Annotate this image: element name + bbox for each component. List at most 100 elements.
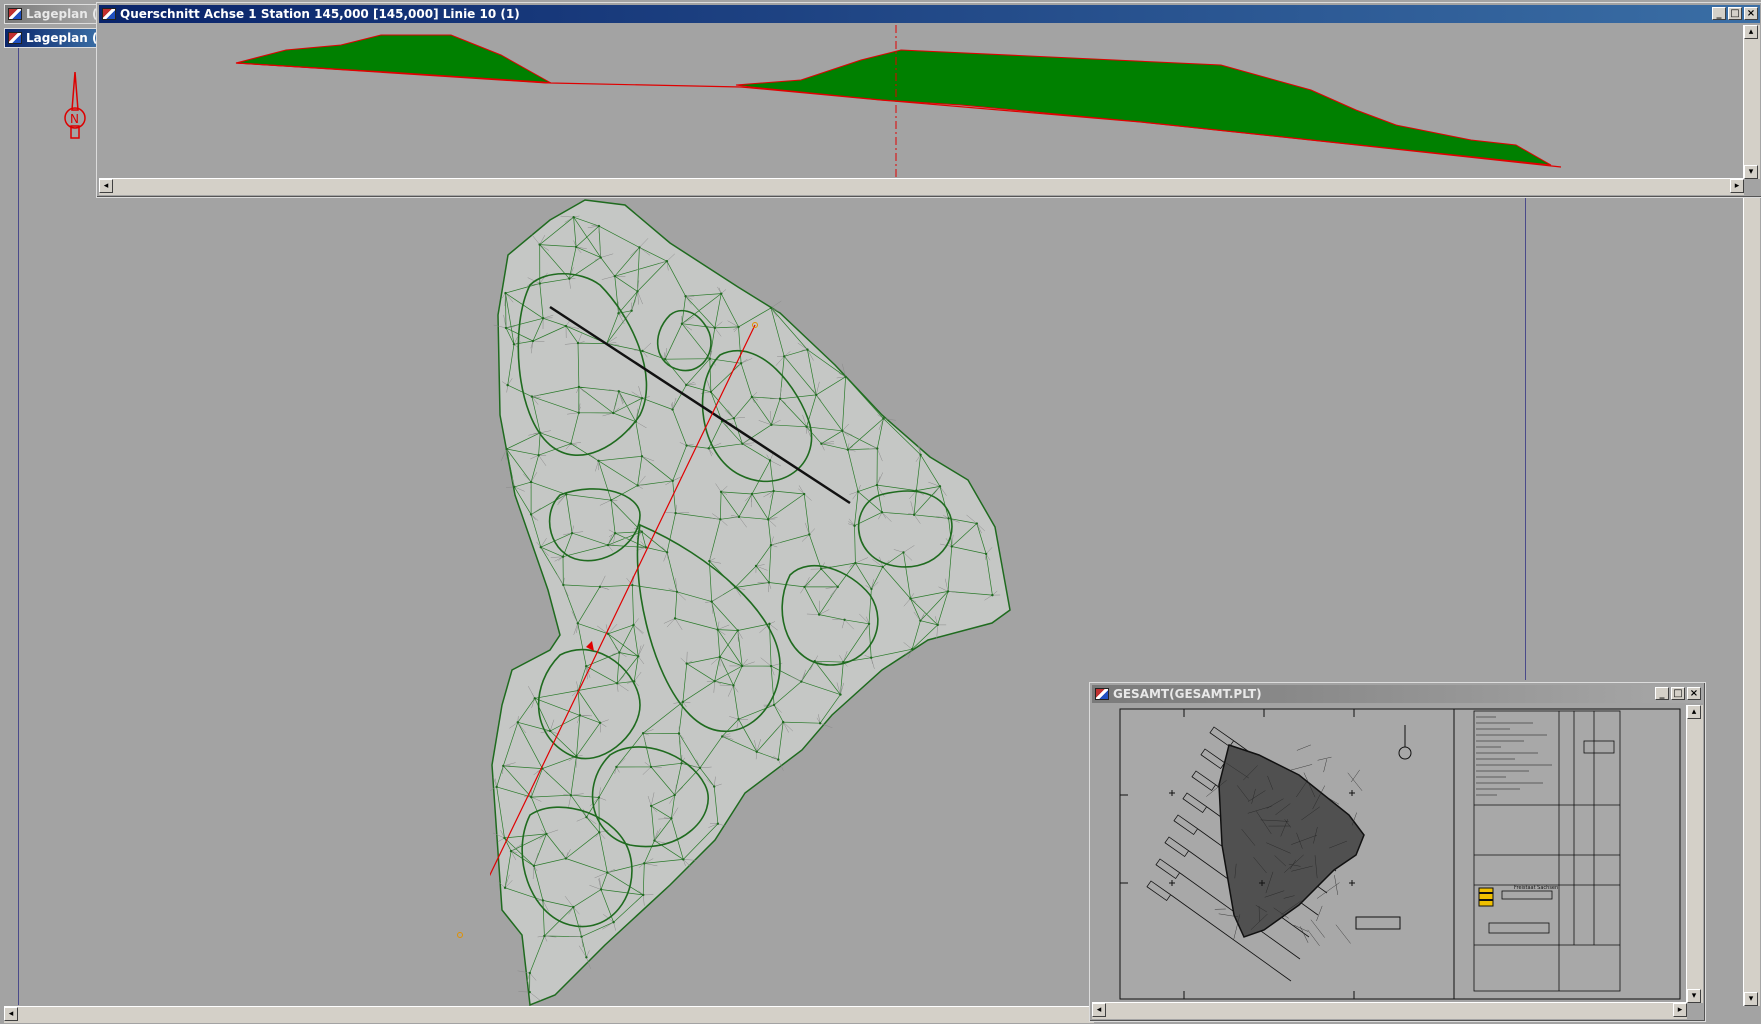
tin-vertex [772, 703, 776, 707]
tin-vertex [777, 758, 780, 761]
tin-vertex [712, 785, 716, 788]
tin-vertex [947, 517, 950, 520]
scroll-down-icon[interactable]: ▾ [1744, 165, 1758, 179]
tin-vertex [671, 408, 674, 411]
tin-vertex [736, 629, 740, 632]
scroll-up-icon[interactable]: ▴ [1744, 25, 1758, 39]
tin-vertex [564, 857, 568, 860]
tin-vertex [841, 429, 844, 432]
scroll-left-icon[interactable]: ◂ [99, 179, 113, 193]
scroll-down-icon[interactable]: ▾ [1687, 989, 1701, 1003]
tin-vertex [649, 804, 653, 808]
app-icon [8, 8, 22, 20]
tin-vertex [653, 839, 656, 842]
tin-vertex [991, 593, 994, 597]
cross-section-window[interactable]: Querschnitt Achse 1 Station 145,000 [145… [96, 2, 1761, 198]
tab-lageplan-2[interactable]: Lageplan (2) [4, 28, 100, 48]
tin-vertex [710, 600, 713, 603]
tin-vertex [561, 555, 565, 558]
app-icon [1095, 688, 1109, 700]
cross-section-vscroll[interactable]: ▴ ▾ [1743, 25, 1760, 179]
tin-vertex [509, 849, 513, 853]
scroll-down-icon[interactable]: ▾ [1744, 992, 1758, 1006]
svg-text:N: N [70, 112, 79, 126]
tin-vertex [642, 893, 645, 897]
tin-vertex [800, 680, 803, 683]
minimize-icon[interactable]: _ [1655, 687, 1669, 700]
tin-vertex [806, 348, 809, 351]
scroll-left-icon[interactable]: ◂ [1092, 1003, 1106, 1017]
tin-vertex [665, 260, 669, 263]
tin-vertex [580, 935, 583, 938]
main-hscroll[interactable]: ◂ [4, 1006, 1094, 1023]
tin-vertex [919, 453, 922, 457]
app-icon [8, 32, 22, 44]
tin-vertex [537, 454, 540, 457]
tin-vertex [718, 655, 722, 659]
tin-vertex [612, 411, 615, 415]
cross-section-hscroll[interactable]: ◂ ▸ [99, 178, 1744, 195]
close-icon[interactable]: × [1687, 687, 1701, 700]
tin-vertex [664, 357, 667, 361]
cross-section-plot[interactable] [101, 25, 1741, 177]
close-icon[interactable]: × [1744, 7, 1758, 20]
maximize-icon[interactable]: □ [1728, 7, 1742, 20]
logo-caption: Freistaat Sachsen [1514, 885, 1558, 891]
tin-vertex [783, 355, 786, 358]
tin-vertex [682, 858, 685, 861]
tin-vertex [856, 490, 860, 493]
tin-vertex [532, 864, 536, 868]
tin-vertex [541, 317, 545, 320]
tin-vertex [641, 349, 644, 353]
minimize-icon[interactable]: _ [1712, 7, 1726, 20]
tin-vertex [516, 721, 519, 724]
tin-vertex [673, 793, 676, 797]
overview-vscroll[interactable]: ▴ ▾ [1686, 705, 1703, 1003]
tin-vertex [870, 587, 873, 591]
tab-lageplan-1[interactable]: Lageplan (Ui [4, 4, 100, 24]
tin-vertex [708, 357, 712, 360]
tin-vertex [854, 561, 857, 565]
tin-vertex [732, 684, 735, 687]
tin-vertex [529, 480, 533, 484]
tin-vertex [612, 921, 615, 924]
scroll-right-icon[interactable]: ▸ [1730, 179, 1744, 193]
tin-vertex [504, 291, 507, 295]
overview-hscroll[interactable]: ◂ ▸ [1092, 1002, 1687, 1019]
tin-vertex [853, 524, 856, 527]
tin-vertex [512, 343, 516, 346]
tin-vertex [769, 664, 773, 668]
tin-vertex [504, 326, 508, 330]
tin-vertex [719, 518, 722, 521]
tin-vertex [768, 459, 772, 462]
tin-vertex [538, 243, 541, 246]
scroll-up-icon[interactable]: ▴ [1687, 705, 1701, 719]
tin-vertex [572, 905, 575, 909]
main-vscroll[interactable]: ▾ [1743, 198, 1760, 1006]
tin-surface-plan[interactable] [490, 195, 1130, 1010]
tin-vertex [597, 459, 600, 462]
scroll-left-icon[interactable]: ◂ [4, 1007, 18, 1021]
tin-vertex [636, 290, 639, 293]
overview-window[interactable]: GESAMT(GESAMT.PLT) _ □ × Freistaat Sachs… [1089, 682, 1706, 1022]
tin-vertex [673, 617, 677, 620]
overview-titlebar[interactable]: GESAMT(GESAMT.PLT) _ □ × [1092, 685, 1703, 703]
tin-vertex [609, 498, 613, 502]
tin-vertex [778, 397, 782, 400]
tin-vertex [805, 425, 808, 428]
maximize-icon[interactable]: □ [1671, 687, 1685, 700]
tin-vertex [505, 447, 508, 451]
cross-section-titlebar[interactable]: Querschnitt Achse 1 Station 145,000 [145… [99, 5, 1760, 23]
tin-vertex [737, 515, 741, 519]
tin-vertex [606, 543, 610, 547]
tin-vertex [910, 647, 914, 651]
tin-vertex [984, 552, 988, 556]
tin-vertex [530, 795, 533, 799]
tin-vertex [685, 383, 688, 387]
tin-vertex [844, 375, 847, 379]
tin-vertex [677, 732, 681, 735]
scroll-right-icon[interactable]: ▸ [1673, 1003, 1687, 1017]
tin-vertex [671, 479, 674, 483]
plot-sheet-preview[interactable]: Freistaat Sachsen [1094, 705, 1684, 1001]
tin-vertex [617, 312, 620, 315]
